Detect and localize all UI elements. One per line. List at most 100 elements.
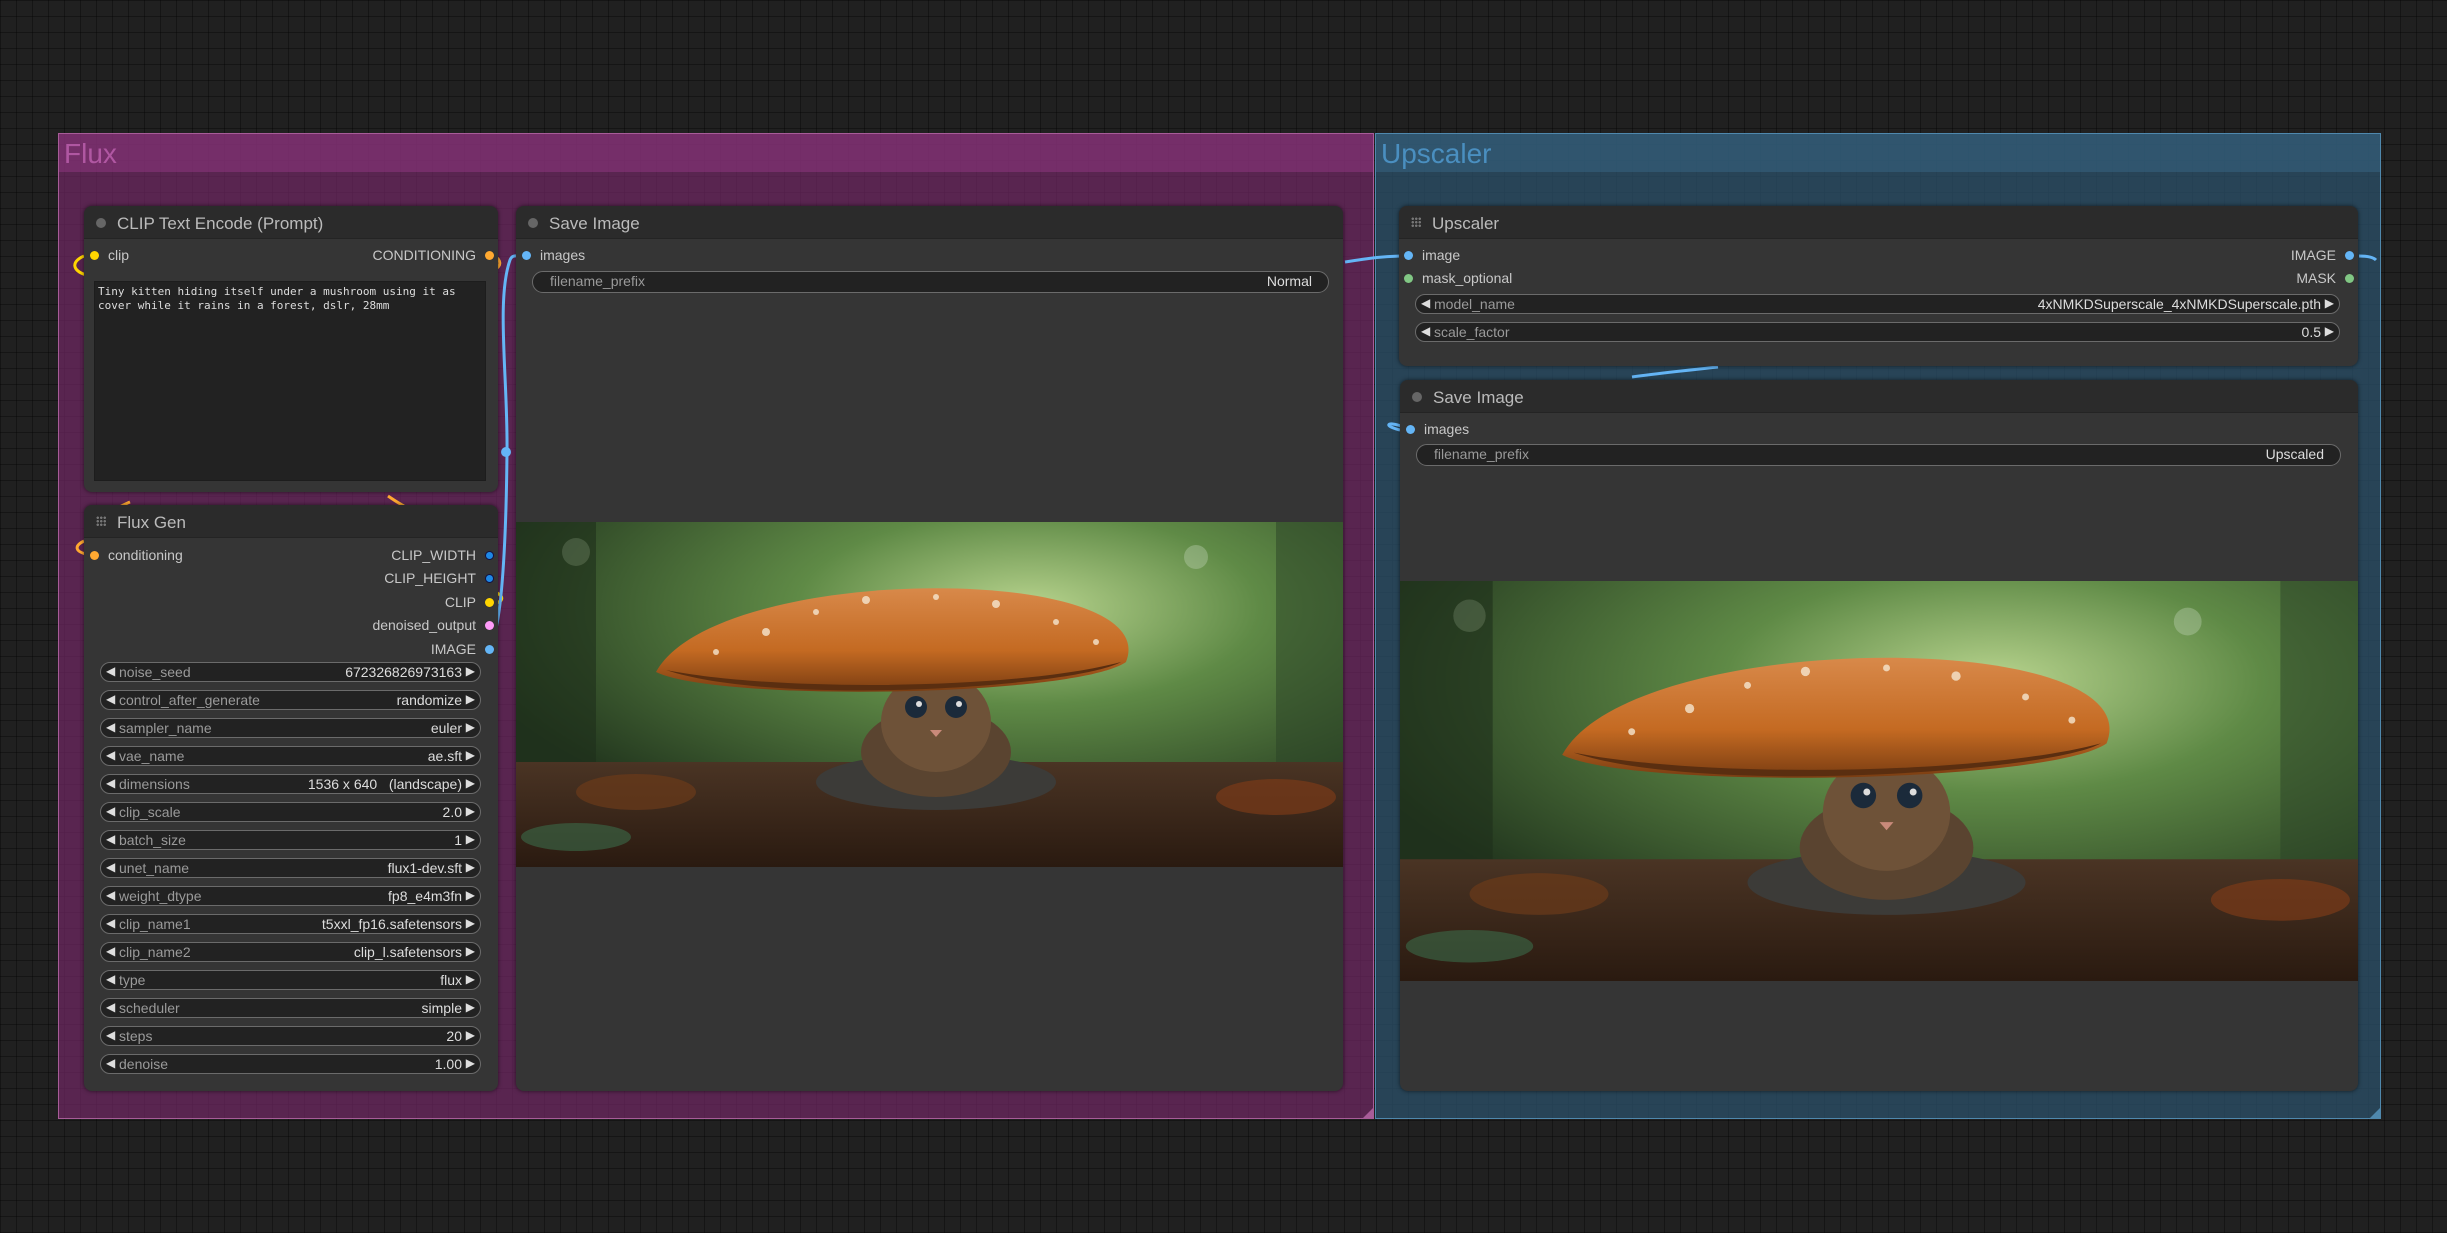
mask-pin-icon[interactable] [2345,274,2354,283]
image-pin-icon[interactable] [1404,251,1413,260]
widget-weight-dtype[interactable]: ◀ weight_dtype fp8_e4m3fn ▶ [100,886,481,906]
upscaler-header[interactable]: Upscaler [1399,206,2358,239]
output-slot-image[interactable]: IMAGE [431,641,494,657]
clip-pin-icon[interactable] [90,251,99,260]
widget-scheduler[interactable]: ◀ scheduler simple ▶ [100,998,481,1018]
decrement-arrow-icon[interactable]: ◀ [106,804,115,818]
flux-group-resize-handle[interactable] [1363,1108,1373,1118]
widget-control-after-generate[interactable]: ◀ control_after_generate randomize ▶ [100,690,481,710]
upscaled-image-preview[interactable] [1400,581,2358,981]
increment-arrow-icon[interactable]: ▶ [2325,296,2334,310]
widget-denoise[interactable]: ◀ denoise 1.00 ▶ [100,1054,481,1074]
decrement-arrow-icon[interactable]: ◀ [106,944,115,958]
output-slot-clip-width[interactable]: CLIP_WIDTH [391,547,494,563]
grip-icon[interactable] [96,516,106,526]
image-pin-icon[interactable] [2345,251,2354,260]
save-image-header[interactable]: Save Image [1400,380,2358,413]
mask-pin-icon[interactable] [1404,274,1413,283]
increment-arrow-icon[interactable]: ▶ [466,944,475,958]
decrement-arrow-icon[interactable]: ◀ [106,972,115,986]
widget-filename-prefix[interactable]: filename_prefix Normal [532,271,1329,293]
clip-text-encode-header[interactable]: CLIP Text Encode (Prompt) [84,206,498,239]
decrement-arrow-icon[interactable]: ◀ [106,748,115,762]
flux-gen-node[interactable]: Flux Gen conditioning CLIP_WIDTH CLIP_HE… [84,505,498,1091]
image-pin-icon[interactable] [485,645,494,654]
increment-arrow-icon[interactable]: ▶ [466,972,475,986]
flux-group-titlebar[interactable] [59,134,1373,172]
generated-image-preview[interactable] [516,522,1343,867]
widget-clip-name1[interactable]: ◀ clip_name1 t5xxl_fp16.safetensors ▶ [100,914,481,934]
int-pin-icon[interactable] [485,551,494,560]
decrement-arrow-icon[interactable]: ◀ [1421,296,1430,310]
increment-arrow-icon[interactable]: ▶ [466,860,475,874]
decrement-arrow-icon[interactable]: ◀ [106,776,115,790]
image-pin-icon[interactable] [522,251,531,260]
widget-clip-name2[interactable]: ◀ clip_name2 clip_l.safetensors ▶ [100,942,481,962]
input-slot-mask-optional[interactable]: mask_optional [1404,270,1512,286]
clip-pin-icon[interactable] [485,598,494,607]
increment-arrow-icon[interactable]: ▶ [466,888,475,902]
widget-vae-name[interactable]: ◀ vae_name ae.sft ▶ [100,746,481,766]
decrement-arrow-icon[interactable]: ◀ [106,832,115,846]
widget-unet-name[interactable]: ◀ unet_name flux1-dev.sft ▶ [100,858,481,878]
grip-icon[interactable] [1411,217,1421,227]
conditioning-pin-icon[interactable] [90,551,99,560]
increment-arrow-icon[interactable]: ▶ [466,664,475,678]
increment-arrow-icon[interactable]: ▶ [466,748,475,762]
output-slot-image[interactable]: IMAGE [2291,247,2354,263]
increment-arrow-icon[interactable]: ▶ [466,832,475,846]
prompt-textarea[interactable]: Tiny kitten hiding itself under a mushro… [94,281,486,481]
decrement-arrow-icon[interactable]: ◀ [106,692,115,706]
decrement-arrow-icon[interactable]: ◀ [106,1056,115,1070]
output-slot-denoised[interactable]: denoised_output [372,617,494,633]
output-slot-clip[interactable]: CLIP [445,594,494,610]
collapse-dot-icon[interactable] [96,218,106,228]
widget-noise-seed[interactable]: ◀ noise_seed 672326826973163 ▶ [100,662,481,682]
decrement-arrow-icon[interactable]: ◀ [106,860,115,874]
int-pin-icon[interactable] [485,574,494,583]
widget-batch-size[interactable]: ◀ batch_size 1 ▶ [100,830,481,850]
decrement-arrow-icon[interactable]: ◀ [106,664,115,678]
save-image-header[interactable]: Save Image [516,206,1343,239]
widget-model-name[interactable]: ◀ model_name 4xNMKDSuperscale_4xNMKDSupe… [1415,294,2340,314]
output-slot-mask[interactable]: MASK [2296,270,2354,286]
save-image-node-normal[interactable]: Save Image images filename_prefix Normal [516,206,1343,1091]
collapse-dot-icon[interactable] [1412,392,1422,402]
increment-arrow-icon[interactable]: ▶ [2325,324,2334,338]
increment-arrow-icon[interactable]: ▶ [466,804,475,818]
latent-pin-icon[interactable] [485,621,494,630]
increment-arrow-icon[interactable]: ▶ [466,1000,475,1014]
input-slot-clip[interactable]: clip [90,247,129,263]
input-slot-image[interactable]: image [1404,247,1460,263]
input-slot-conditioning[interactable]: conditioning [90,547,183,563]
save-image-node-upscaled[interactable]: Save Image images filename_prefix Upscal… [1400,380,2358,1091]
clip-text-encode-node[interactable]: CLIP Text Encode (Prompt) clip CONDITION… [84,206,498,492]
increment-arrow-icon[interactable]: ▶ [466,1056,475,1070]
widget-filename-prefix[interactable]: filename_prefix Upscaled [1416,444,2341,466]
increment-arrow-icon[interactable]: ▶ [466,1028,475,1042]
widget-clip-scale[interactable]: ◀ clip_scale 2.0 ▶ [100,802,481,822]
widget-scale-factor[interactable]: ◀ scale_factor 0.5 ▶ [1415,322,2340,342]
increment-arrow-icon[interactable]: ▶ [466,776,475,790]
decrement-arrow-icon[interactable]: ◀ [106,1000,115,1014]
conditioning-pin-icon[interactable] [485,251,494,260]
decrement-arrow-icon[interactable]: ◀ [1421,324,1430,338]
collapse-dot-icon[interactable] [528,218,538,228]
upscaler-node[interactable]: Upscaler image mask_optional IMAGE MASK … [1399,206,2358,366]
upscaler-group-resize-handle[interactable] [2370,1108,2380,1118]
decrement-arrow-icon[interactable]: ◀ [106,1028,115,1042]
widget-type[interactable]: ◀ type flux ▶ [100,970,481,990]
widget-sampler-name[interactable]: ◀ sampler_name euler ▶ [100,718,481,738]
upscaler-group-titlebar[interactable] [1376,134,2380,172]
decrement-arrow-icon[interactable]: ◀ [106,916,115,930]
output-slot-clip-height[interactable]: CLIP_HEIGHT [384,570,494,586]
input-slot-images[interactable]: images [1406,421,1469,437]
decrement-arrow-icon[interactable]: ◀ [106,888,115,902]
output-slot-conditioning[interactable]: CONDITIONING [373,247,494,263]
increment-arrow-icon[interactable]: ▶ [466,916,475,930]
image-pin-icon[interactable] [1406,425,1415,434]
input-slot-images[interactable]: images [522,247,585,263]
flux-gen-header[interactable]: Flux Gen [84,505,498,538]
increment-arrow-icon[interactable]: ▶ [466,692,475,706]
decrement-arrow-icon[interactable]: ◀ [106,720,115,734]
